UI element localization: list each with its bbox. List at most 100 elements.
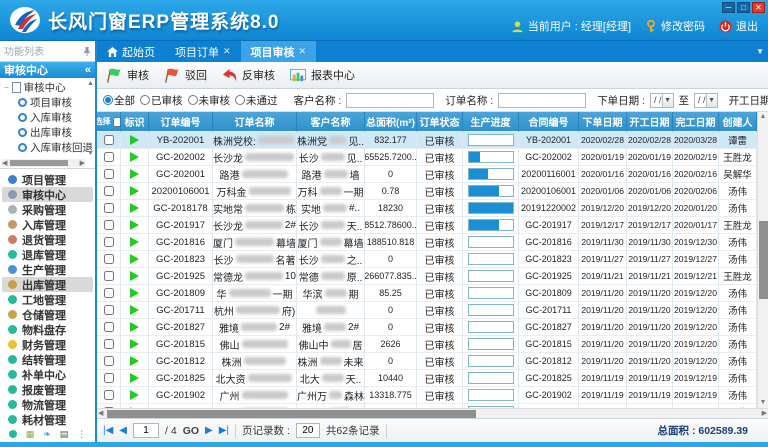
- calendar-dropdown-icon[interactable]: ▼: [662, 94, 673, 107]
- tree-scroll-thumb[interactable]: [10, 160, 68, 166]
- filter-radio-未审核[interactable]: [188, 95, 198, 105]
- calendar-dropdown-icon[interactable]: ▼: [706, 94, 717, 107]
- table-row[interactable]: GC-201816厦门幕墙厦门幕墙188510.818已审核GC-2018162…: [97, 234, 757, 251]
- table-row[interactable]: GC-201812株洲株洲未来0已审核GC-2018122019/11/2020…: [97, 353, 757, 370]
- table-row[interactable]: GC-201925常德龙10常德原..266077.835..已审核GC-201…: [97, 268, 757, 285]
- table-scrollbar-vertical[interactable]: ▲ ▼: [757, 112, 768, 408]
- sidebar-item-入库管理[interactable]: 入库管理: [2, 217, 93, 232]
- row-checkbox[interactable]: [104, 356, 114, 366]
- doc-icon[interactable]: ▤: [60, 429, 69, 440]
- row-checkbox[interactable]: [104, 305, 114, 315]
- first-page-button[interactable]: |◀: [103, 425, 113, 436]
- column-header-选择[interactable]: 选择: [97, 112, 121, 132]
- table-vscroll-thumb[interactable]: [759, 221, 768, 299]
- table-row[interactable]: GC-201825北大资北大天..10440已审核GC-2018252019/1…: [97, 370, 757, 387]
- 报表中心-button[interactable]: 报表中心: [289, 67, 355, 83]
- column-header-总面积(m²)[interactable]: 总面积(m²): [365, 112, 417, 132]
- sidebar-item-生产管理[interactable]: 生产管理: [2, 262, 93, 277]
- order-date-input[interactable]: / /▼: [650, 93, 674, 108]
- row-checkbox[interactable]: [104, 186, 114, 196]
- table-row[interactable]: GC-202001路港路港墙0已审核202001160012020/01/162…: [97, 166, 757, 183]
- table-row[interactable]: GC-201711杭州府)0已审核GC-2017112019/11/202019…: [97, 302, 757, 319]
- table-row[interactable]: GC-2018178实地常栋实地#..18230已审核2019122000220…: [97, 200, 757, 217]
- next-page-button[interactable]: ▶: [205, 425, 213, 436]
- go-button[interactable]: GO: [183, 425, 199, 437]
- filter-radio-全部[interactable]: [103, 95, 113, 105]
- pin-icon[interactable]: [83, 46, 91, 56]
- column-header-创建人[interactable]: 创建人: [719, 112, 757, 132]
- row-checkbox[interactable]: [104, 271, 114, 281]
- column-header-生产进度[interactable]: 生产进度: [463, 112, 519, 132]
- sidebar-item-物流管理[interactable]: 物流管理: [2, 397, 93, 412]
- collapse-icon[interactable]: «: [85, 64, 91, 76]
- tree-node-出库审核[interactable]: 出库审核: [4, 125, 95, 140]
- row-checkbox[interactable]: [104, 237, 114, 247]
- tree-node-入库审核回退[interactable]: 入库审核回退: [4, 140, 95, 155]
- tab-起始页[interactable]: 起始页: [97, 41, 165, 62]
- sidebar-item-采购管理[interactable]: 采购管理: [2, 202, 93, 217]
- tree-scrollbar-horizontal[interactable]: ◀ ▶: [2, 159, 85, 167]
- table-scrollbar-horizontal[interactable]: ◀ ▶: [97, 408, 768, 418]
- last-page-button[interactable]: ▶|: [219, 425, 229, 436]
- order-name-input[interactable]: [498, 93, 586, 108]
- tab-项目订单[interactable]: 项目订单✕: [165, 41, 241, 62]
- table-row[interactable]: YB-202001株洲党校:株洲党见..832.177已审核YB-2020012…: [97, 132, 757, 149]
- row-checkbox[interactable]: [104, 169, 114, 179]
- row-checkbox[interactable]: [104, 288, 114, 298]
- order-date-end-input[interactable]: / /▼: [694, 93, 718, 108]
- 审核-button[interactable]: 审核: [105, 67, 149, 84]
- tree-root-node[interactable]: − 审核中心: [4, 80, 95, 95]
- page-size-input[interactable]: [296, 423, 320, 438]
- tree-scrollbar-vertical[interactable]: ▲ ▼: [86, 80, 95, 158]
- leaf-icon[interactable]: ❧: [43, 429, 51, 440]
- column-header-开工日期[interactable]: 开工日期: [627, 112, 673, 132]
- row-checkbox[interactable]: [104, 220, 114, 230]
- select-all-checkbox[interactable]: [113, 117, 122, 127]
- sidebar-item-出库管理[interactable]: 出库管理: [2, 277, 93, 292]
- row-checkbox[interactable]: [104, 373, 114, 383]
- maximize-button[interactable]: □: [737, 2, 750, 13]
- sidebar-item-工地管理[interactable]: 工地管理: [2, 292, 93, 307]
- table-row[interactable]: 20200106001万科金万科一期0.78已审核202001060012020…: [97, 183, 757, 200]
- table-row[interactable]: GC-201809华一期华滨期85.25已审核GC-2018092019/11/…: [97, 285, 757, 302]
- tree-node-项目审核[interactable]: 项目审核: [4, 95, 95, 110]
- overflow-icon[interactable]: ⋮: [77, 429, 86, 440]
- row-checkbox[interactable]: [104, 390, 114, 400]
- column-header-客户名称[interactable]: 客户名称: [297, 112, 365, 132]
- 驳回-button[interactable]: 驳回: [163, 67, 207, 84]
- sidebar-item-财务管理[interactable]: 财务管理: [2, 337, 93, 352]
- row-checkbox[interactable]: [104, 339, 114, 349]
- function-list-header[interactable]: 功能列表: [0, 41, 95, 62]
- row-checkbox[interactable]: [104, 135, 114, 145]
- tab-overflow-icon[interactable]: ▼: [756, 47, 768, 56]
- table-row[interactable]: GC-201902广州广州万森林13318.775已审核GC-201902201…: [97, 387, 757, 404]
- 反审核-button[interactable]: 反审核: [221, 67, 275, 83]
- tab-close-icon[interactable]: ✕: [299, 46, 307, 57]
- module-dot-icon[interactable]: [9, 430, 17, 438]
- filter-radio-未通过[interactable]: [235, 95, 245, 105]
- sidebar-item-耗材管理[interactable]: 耗材管理: [2, 412, 93, 426]
- sidebar-item-退库管理[interactable]: 退库管理: [2, 247, 93, 262]
- change-password-button[interactable]: 修改密码: [645, 18, 705, 34]
- sidebar-item-退货管理[interactable]: 退货管理: [2, 232, 93, 247]
- column-header-订单编号[interactable]: 订单编号: [149, 112, 213, 132]
- row-checkbox[interactable]: [104, 322, 114, 332]
- table-row[interactable]: GC-201815佛山佛山中居2626已审核GC-2018152019/11/2…: [97, 336, 757, 353]
- column-header-订单名称[interactable]: 订单名称: [213, 112, 297, 132]
- row-checkbox[interactable]: [104, 152, 114, 162]
- tab-close-icon[interactable]: ✕: [223, 46, 231, 57]
- tab-项目审核[interactable]: 项目审核✕: [241, 41, 317, 62]
- row-checkbox[interactable]: [104, 203, 114, 213]
- filter-radio-已审核[interactable]: [140, 95, 150, 105]
- page-number-input[interactable]: [133, 423, 159, 438]
- column-header-订单状态[interactable]: 订单状态: [417, 112, 463, 132]
- logout-button[interactable]: 退出: [719, 18, 758, 34]
- table-row[interactable]: GC-201917长沙龙2#长沙天..8512.78600..已审核GC-201…: [97, 217, 757, 234]
- sidebar-item-审核中心[interactable]: 审核中心: [2, 187, 93, 202]
- table-row[interactable]: GC-201823长沙名著长沙之..0已审核GC-2018232019/11/2…: [97, 251, 757, 268]
- sidebar-item-项目管理[interactable]: 项目管理: [2, 172, 93, 187]
- cart-icon[interactable]: ▦: [26, 429, 35, 440]
- column-header-标识[interactable]: 标识: [121, 112, 149, 132]
- prev-page-button[interactable]: ◀: [119, 425, 127, 436]
- column-header-合同编号[interactable]: 合同编号: [519, 112, 579, 132]
